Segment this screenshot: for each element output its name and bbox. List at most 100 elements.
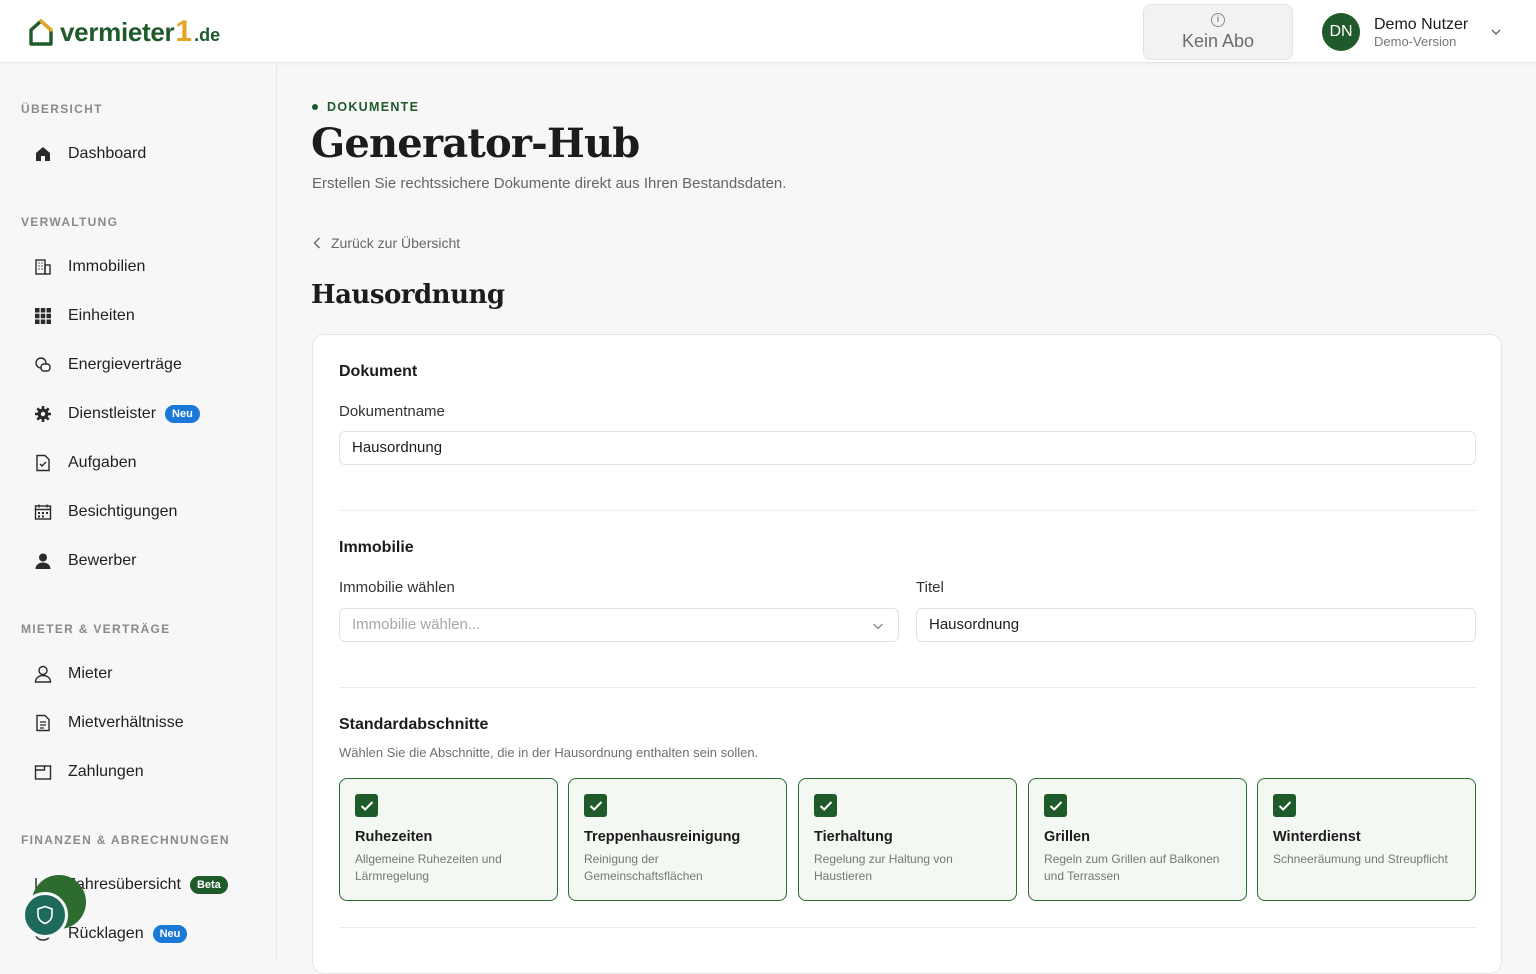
sidebar-item-label: Besichtigungen: [68, 503, 178, 520]
section-option-winterdienst[interactable]: Winterdienst Schneeräumung und Streupfli…: [1257, 778, 1476, 901]
page-title: Generator-Hub: [311, 120, 640, 167]
section-option-title: Tierhaltung: [814, 829, 893, 845]
sidebar-item-einheiten[interactable]: Einheiten: [32, 304, 135, 328]
floating-help-button[interactable]: [22, 875, 86, 939]
check-icon: [360, 800, 373, 811]
sidebar-item-label: Dashboard: [68, 145, 147, 162]
top-bar: vermieter 1 .de i Kein Abo DN Demo Nutze…: [0, 0, 1536, 63]
beta-badge: Beta: [189, 876, 228, 894]
person-icon: [32, 663, 54, 685]
person-filled-icon: [32, 550, 54, 572]
checkbox-checked[interactable]: [355, 794, 378, 817]
sidebar-item-immobilien[interactable]: Immobilien: [32, 255, 145, 279]
user-name: Demo Nutzer: [1374, 15, 1469, 33]
sidebar-item-mieter[interactable]: Mieter: [32, 662, 112, 686]
sidebar-item-bewerber[interactable]: Bewerber: [32, 549, 136, 573]
divider: [339, 687, 1477, 688]
section-crumb: DOKUMENTE: [312, 100, 419, 114]
logo-one: 1: [175, 15, 193, 48]
sidebar-item-dienstleister[interactable]: Dienstleister Neu: [32, 402, 200, 426]
section-option-title: Grillen: [1044, 829, 1090, 845]
back-link[interactable]: Zurück zur Übersicht: [313, 235, 460, 251]
check-icon: [1278, 800, 1291, 811]
section-option-treppenhausreinigung[interactable]: Treppenhausreinigung Reinigung der Gemei…: [568, 778, 787, 901]
user-menu[interactable]: DN Demo Nutzer Demo-Version: [1322, 13, 1502, 51]
doc-name-input[interactable]: Hausordnung: [339, 431, 1476, 465]
gear-icon: [32, 403, 54, 425]
section-option-title: Winterdienst: [1273, 829, 1361, 845]
info-icon: i: [1211, 13, 1225, 27]
new-badge: Neu: [152, 925, 188, 943]
sidebar-section-finance: FINANZEN & ABRECHNUNGEN: [21, 833, 230, 847]
building-icon: [32, 256, 54, 278]
privacy-shield-button[interactable]: [22, 892, 68, 938]
task-icon: [32, 452, 54, 474]
section-option-desc: Allgemeine Ruhezeiten und Lärmregelung: [355, 852, 502, 883]
logo-tld: .de: [194, 24, 221, 45]
divider: [339, 510, 1477, 511]
sidebar-item-label: Dienstleister: [68, 405, 157, 422]
title-label: Titel: [916, 579, 944, 596]
property-select[interactable]: Immobilie wählen...: [339, 608, 899, 642]
logo[interactable]: vermieter 1 .de: [28, 15, 221, 48]
shield-icon: [37, 905, 53, 925]
sidebar-item-label: Mieter: [68, 665, 113, 682]
section-option-grillen[interactable]: Grillen Regeln zum Grillen auf Balkonen …: [1028, 778, 1247, 901]
doc-name-label: Dokumentname: [339, 403, 445, 420]
section-option-desc: Schneeräumung und Streupflicht: [1273, 852, 1448, 866]
section-option-ruhezeiten[interactable]: Ruhezeiten Allgemeine Ruhezeiten und Lär…: [339, 778, 558, 901]
sidebar-item-mietverhaeltnisse[interactable]: Mietverhältnisse: [32, 711, 184, 735]
sidebar-item-label: Aufgaben: [68, 454, 137, 471]
checkbox-checked[interactable]: [1044, 794, 1067, 817]
sidebar-item-label: Energieverträge: [68, 356, 182, 373]
checkbox-checked[interactable]: [584, 794, 607, 817]
document-icon: [32, 712, 54, 734]
property-select-placeholder: Immobilie wählen...: [352, 616, 481, 633]
property-heading: Immobilie: [339, 539, 414, 556]
sidebar-section-management: VERWALTUNG: [21, 215, 119, 229]
energy-icon: [32, 354, 54, 376]
sidebar-item-label: Immobilien: [68, 258, 146, 275]
document-form-card: Dokument Dokumentname Hausordnung Immobi…: [312, 334, 1502, 974]
chevron-down-icon: [873, 623, 883, 630]
sidebar-item-label: Bewerber: [68, 552, 137, 569]
wallet-icon: [32, 761, 54, 783]
new-badge: Neu: [165, 405, 200, 423]
home-icon: [32, 143, 54, 165]
check-icon: [589, 800, 602, 811]
user-subtitle: Demo-Version: [1374, 33, 1457, 49]
property-select-label: Immobilie wählen: [339, 579, 455, 596]
crumb-dot-icon: [312, 104, 318, 110]
calendar-icon: [32, 501, 54, 523]
subscription-label: Kein Abo: [1181, 31, 1255, 51]
sidebar-item-dashboard[interactable]: Dashboard: [32, 142, 146, 166]
sidebar-section-tenants: MIETER & VERTRÄGE: [21, 622, 171, 636]
sidebar-section-overview: ÜBERSICHT: [21, 102, 103, 116]
checkbox-checked[interactable]: [814, 794, 837, 817]
house-logo-icon: [29, 19, 53, 46]
checkbox-checked[interactable]: [1273, 794, 1296, 817]
sidebar-item-energievertraege[interactable]: Energieverträge: [32, 353, 182, 377]
chevron-down-icon[interactable]: [1490, 26, 1502, 38]
crumb-label: DOKUMENTE: [327, 100, 420, 114]
sidebar: ÜBERSICHT Dashboard VERWALTUNG Immobilie…: [0, 64, 277, 960]
section-option-title: Ruhezeiten: [355, 829, 433, 845]
avatar: DN: [1322, 13, 1360, 51]
section-option-title: Treppenhausreinigung: [584, 829, 741, 845]
section-option-tierhaltung[interactable]: Tierhaltung Regelung zur Haltung von Hau…: [798, 778, 1017, 901]
chevron-left-icon: [313, 237, 320, 249]
sidebar-item-zahlungen[interactable]: Zahlungen: [32, 760, 144, 784]
sidebar-item-besichtigungen[interactable]: Besichtigungen: [32, 500, 177, 524]
divider: [339, 927, 1477, 928]
check-icon: [819, 800, 832, 811]
section-option-desc: Regeln zum Grillen auf Balkonen und Terr…: [1044, 852, 1220, 883]
sidebar-item-aufgaben[interactable]: Aufgaben: [32, 451, 137, 475]
sidebar-item-label: Einheiten: [68, 307, 135, 324]
main-content: DOKUMENTE Generator-Hub Erstellen Sie re…: [277, 64, 1536, 974]
standard-sections-heading: Standardabschnitte: [339, 716, 489, 733]
section-option-desc: Regelung zur Haltung von Haustieren: [814, 852, 953, 883]
subscription-button[interactable]: i Kein Abo: [1143, 4, 1293, 60]
page-subtitle: Erstellen Sie rechtssichere Dokumente di…: [312, 175, 787, 192]
check-icon: [1049, 800, 1062, 811]
title-input[interactable]: Hausordnung: [916, 608, 1476, 642]
